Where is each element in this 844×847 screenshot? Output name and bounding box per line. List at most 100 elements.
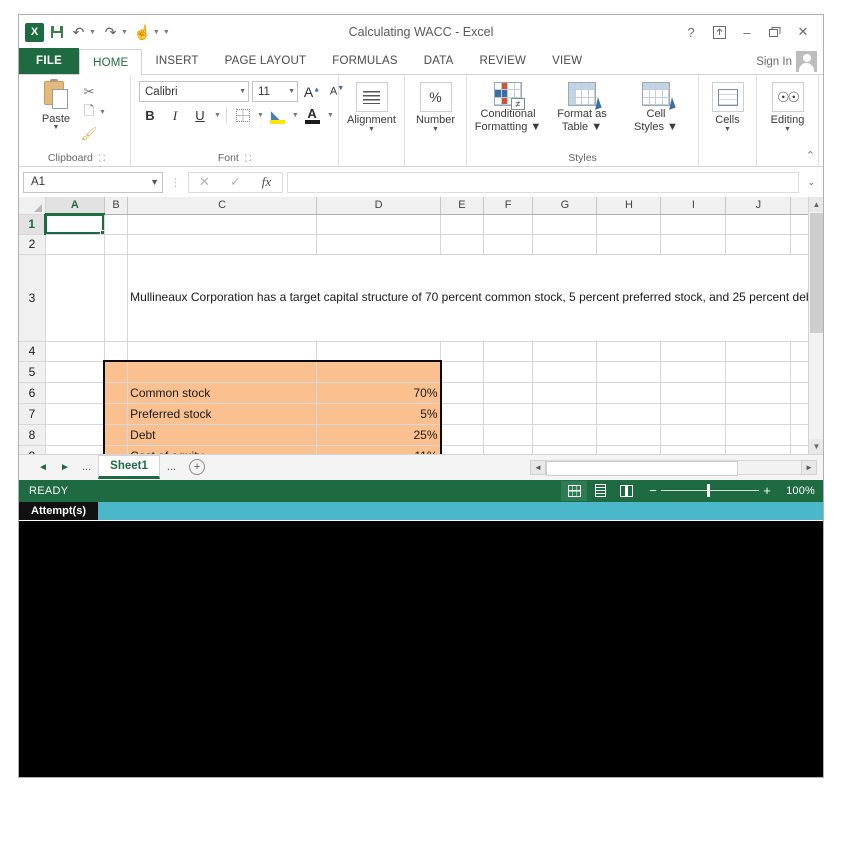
cell-I2[interactable] xyxy=(661,234,726,254)
zoom-in-icon[interactable]: + xyxy=(759,483,775,498)
cell-J4[interactable] xyxy=(726,341,791,361)
cell-G4[interactable] xyxy=(533,341,597,361)
fill-color-caret-icon[interactable]: ▼ xyxy=(292,112,299,119)
zoom-out-icon[interactable]: − xyxy=(645,483,661,498)
cell-F2[interactable] xyxy=(483,234,533,254)
cell-H9[interactable] xyxy=(597,445,661,454)
paste-caret-icon[interactable]: ▼ xyxy=(53,125,60,131)
cell-H7[interactable] xyxy=(597,403,661,424)
font-dialog-launcher-icon[interactable]: ⛶ xyxy=(245,153,251,164)
sheet-tabs-right-ellipsis[interactable]: ... xyxy=(162,461,181,473)
cell-J5[interactable] xyxy=(726,361,791,382)
increase-font-size-button[interactable]: A▲ xyxy=(301,81,323,102)
column-header-b[interactable]: B xyxy=(104,197,127,214)
name-box-caret-icon[interactable]: ▼ xyxy=(150,177,159,187)
column-header-h[interactable]: H xyxy=(597,197,661,214)
bold-button[interactable]: B xyxy=(139,105,161,126)
expand-formula-bar-icon[interactable]: ⌄ xyxy=(803,177,819,188)
sheet-tabs-left-ellipsis[interactable]: ... xyxy=(77,461,96,473)
cell-A5[interactable] xyxy=(45,361,104,382)
column-header-f[interactable]: F xyxy=(483,197,533,214)
cell-I5[interactable] xyxy=(661,361,726,382)
row-header-3[interactable]: 3 xyxy=(19,254,45,341)
cell-B1[interactable] xyxy=(104,214,127,234)
cell-D7[interactable]: 5% xyxy=(317,403,441,424)
editing-button[interactable]: ☉☉ Editing ▼ xyxy=(761,78,814,133)
cell-D2[interactable] xyxy=(317,234,441,254)
column-header-e[interactable]: E xyxy=(441,197,484,214)
undo-icon[interactable]: ↶ xyxy=(69,22,88,42)
help-icon[interactable]: ? xyxy=(677,20,705,44)
cell-I8[interactable] xyxy=(661,424,726,445)
cell-A7[interactable] xyxy=(45,403,104,424)
previous-sheet-icon[interactable]: ◄ xyxy=(33,462,53,473)
underline-caret-icon[interactable]: ▼ xyxy=(214,112,221,119)
cell-J8[interactable] xyxy=(726,424,791,445)
cell-D5[interactable] xyxy=(317,361,441,382)
ribbon-display-options-icon[interactable] xyxy=(705,20,733,44)
cell-F6[interactable] xyxy=(483,382,533,403)
cell-D8[interactable]: 25% xyxy=(317,424,441,445)
cell-F9[interactable] xyxy=(483,445,533,454)
row-header-1[interactable]: 1 xyxy=(19,214,45,234)
sheet-tab-sheet1[interactable]: Sheet1 xyxy=(98,455,160,479)
format-painter-button[interactable]: 🖌 xyxy=(79,124,106,143)
cell-G6[interactable] xyxy=(533,382,597,403)
sign-in-area[interactable]: Sign In xyxy=(756,51,823,74)
cell-A4[interactable] xyxy=(45,341,104,361)
touch-mode-caret-icon[interactable]: ▼ xyxy=(153,29,160,36)
scroll-up-icon[interactable]: ▲ xyxy=(809,197,823,212)
cell-B5[interactable] xyxy=(104,361,127,382)
cell-C3-question-text[interactable]: Mullineaux Corporation has a target capi… xyxy=(128,254,823,341)
vertical-scrollbar[interactable]: ▲ ▼ xyxy=(808,197,823,454)
redo-caret-icon[interactable]: ▼ xyxy=(121,29,128,36)
cell-H4[interactable] xyxy=(597,341,661,361)
column-header-j[interactable]: J xyxy=(726,197,791,214)
collapse-ribbon-icon[interactable]: ⌃ xyxy=(806,149,815,162)
cell-G7[interactable] xyxy=(533,403,597,424)
cell-G8[interactable] xyxy=(533,424,597,445)
tab-view[interactable]: VIEW xyxy=(539,48,595,74)
cell-styles-button[interactable]: Cell Styles ▼ xyxy=(619,80,693,134)
zoom-slider-track[interactable] xyxy=(661,490,759,491)
row-header-9[interactable]: 9 xyxy=(19,445,45,454)
cell-H1[interactable] xyxy=(597,214,661,234)
cell-styles-caret-icon[interactable]: ▼ xyxy=(664,121,678,133)
copy-button[interactable]: 🗋 ▼ xyxy=(79,103,106,122)
tab-review[interactable]: REVIEW xyxy=(467,48,540,74)
copy-caret-icon[interactable]: ▼ xyxy=(99,109,106,116)
name-box[interactable]: A1 ▼ xyxy=(23,172,163,193)
cell-A1[interactable] xyxy=(45,214,104,234)
cell-J6[interactable] xyxy=(726,382,791,403)
cancel-entry-icon[interactable]: ✕ xyxy=(189,173,220,192)
borders-caret-icon[interactable]: ▼ xyxy=(257,112,264,119)
underline-button[interactable]: U xyxy=(189,105,211,126)
restore-icon[interactable] xyxy=(761,20,789,44)
cell-A2[interactable] xyxy=(45,234,104,254)
cell-F1[interactable] xyxy=(483,214,533,234)
insert-function-icon[interactable]: fx xyxy=(251,173,282,192)
cell-C6[interactable]: Common stock xyxy=(128,382,317,403)
cell-B9[interactable] xyxy=(104,445,127,454)
cell-I7[interactable] xyxy=(661,403,726,424)
touch-mode-icon[interactable]: ☝ xyxy=(133,22,152,42)
tab-insert[interactable]: INSERT xyxy=(142,48,211,74)
clipboard-dialog-launcher-icon[interactable]: ⛶ xyxy=(99,153,105,164)
attempts-tab[interactable]: Attempt(s) xyxy=(19,502,98,520)
tab-home[interactable]: HOME xyxy=(79,49,142,75)
font-name-input[interactable]: Calibri ▼ xyxy=(139,81,249,102)
cell-E2[interactable] xyxy=(441,234,484,254)
format-as-table-button[interactable]: Format as Table ▼ xyxy=(545,80,619,134)
cell-A8[interactable] xyxy=(45,424,104,445)
scroll-down-icon[interactable]: ▼ xyxy=(809,439,823,454)
cell-C7[interactable]: Preferred stock xyxy=(128,403,317,424)
cell-F8[interactable] xyxy=(483,424,533,445)
number-button[interactable]: % Number ▼ xyxy=(409,78,462,133)
hscroll-thumb[interactable] xyxy=(546,461,738,476)
customize-qat-icon[interactable]: ▼ xyxy=(163,29,170,36)
cell-G1[interactable] xyxy=(533,214,597,234)
cell-G9[interactable] xyxy=(533,445,597,454)
cell-E9[interactable] xyxy=(441,445,484,454)
cell-D1[interactable] xyxy=(317,214,441,234)
borders-button[interactable] xyxy=(232,105,254,126)
